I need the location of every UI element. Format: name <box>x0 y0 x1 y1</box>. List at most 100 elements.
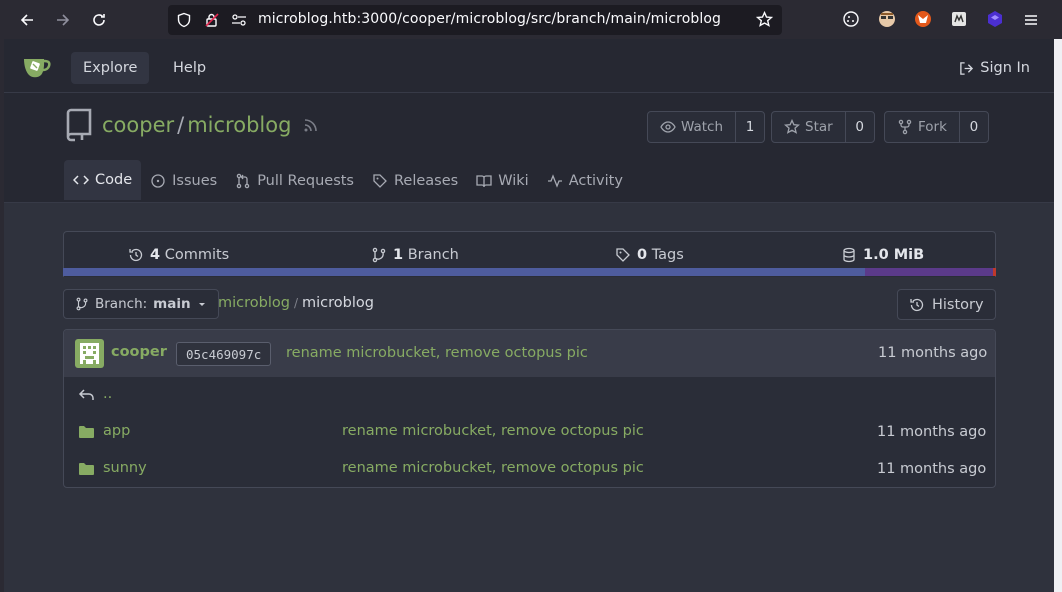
folder-icon <box>79 426 94 438</box>
table-row[interactable]: app rename microbucket, remove octopus p… <box>64 414 995 451</box>
history-label: History <box>932 296 984 313</box>
tab-code[interactable]: Code <box>64 160 142 202</box>
back-arrow-icon <box>20 14 33 26</box>
language-segment[interactable] <box>63 268 866 276</box>
pull-request-icon <box>236 173 250 189</box>
extension-avatar-icon[interactable] <box>878 10 896 28</box>
rss-feed-icon[interactable] <box>303 117 319 133</box>
url-bar[interactable]: microblog.htb:3000/cooper/microblog/src/… <box>168 5 782 35</box>
repo-size: 1.0 MiB <box>863 246 925 263</box>
back-button[interactable] <box>14 7 40 33</box>
chevron-down-icon <box>198 303 205 306</box>
issue-icon <box>151 174 165 188</box>
tab-activity[interactable]: Activity <box>538 160 632 202</box>
browser-toolbar: microblog.htb:3000/cooper/microblog/src/… <box>0 0 1062 39</box>
fork-count[interactable]: 0 <box>960 112 988 142</box>
fork-button-group: Fork 0 <box>884 111 989 143</box>
repo-icon <box>66 108 92 142</box>
commit-author-link[interactable]: cooper <box>111 344 167 360</box>
watch-count[interactable]: 1 <box>736 112 764 142</box>
reload-icon <box>93 14 105 26</box>
file-table: cooper 05c469097c rename microbucket, re… <box>63 329 996 488</box>
hamburger-menu-icon <box>1025 15 1037 25</box>
commits-label: Commits <box>164 246 230 263</box>
eye-icon <box>660 121 676 133</box>
reload-button[interactable] <box>86 7 112 33</box>
extension-cookie-icon[interactable] <box>842 10 860 28</box>
breadcrumb-root-link[interactable]: microblog <box>218 295 290 311</box>
code-icon <box>73 175 89 185</box>
tab-code-label: Code <box>95 172 133 188</box>
file-commit-time: 11 months ago <box>877 424 987 440</box>
gitea-logo[interactable] <box>22 52 52 84</box>
tab-issues[interactable]: Issues <box>141 160 226 202</box>
extension-cube-icon[interactable] <box>986 10 1004 28</box>
bookmark-star-icon[interactable] <box>756 11 773 28</box>
watch-button-group: Watch 1 <box>647 111 766 143</box>
breadcrumb: microblog / microblog <box>218 295 374 311</box>
history-button[interactable]: History <box>897 289 996 320</box>
forward-arrow-icon <box>57 14 70 26</box>
file-name-link[interactable]: sunny <box>103 460 147 476</box>
shield-icon[interactable] <box>176 12 192 28</box>
size-stat: 1.0 MiB <box>841 247 924 263</box>
extension-fox-icon[interactable] <box>914 10 932 28</box>
extension-wappalyzer-icon[interactable] <box>950 10 968 28</box>
commit-message-link[interactable]: rename microbucket, remove octopus pic <box>286 345 588 361</box>
tab-releases[interactable]: Releases <box>363 160 467 202</box>
tag-icon <box>373 174 387 188</box>
commits-stat[interactable]: 4 Commits <box>128 247 229 263</box>
top-navbar: Explore Help Sign In <box>4 39 1054 93</box>
repo-header: cooper / microblog Watch 1 Star 0 Fork 0… <box>4 93 1054 203</box>
repo-owner-link[interactable]: cooper <box>102 113 174 137</box>
language-segment[interactable] <box>993 268 996 276</box>
tab-wiki[interactable]: Wiki <box>467 160 537 202</box>
identicon-icon <box>80 343 99 364</box>
menu-button[interactable] <box>1018 7 1044 33</box>
repo-title-separator: / <box>177 113 185 137</box>
fork-label: Fork <box>918 119 947 135</box>
page-scrollbar[interactable] <box>1054 39 1062 592</box>
tags-stat[interactable]: 0 Tags <box>615 247 684 263</box>
latest-commit-header: cooper 05c469097c rename microbucket, re… <box>64 330 995 377</box>
sign-in-link[interactable]: Sign In <box>959 52 1030 84</box>
branch-dropdown[interactable]: Branch: main <box>63 289 219 319</box>
branch-prefix: Branch: <box>95 296 148 312</box>
tags-count: 0 <box>637 246 648 263</box>
nav-explore[interactable]: Explore <box>71 52 150 84</box>
permissions-icon[interactable] <box>231 13 247 27</box>
sign-in-icon <box>960 61 974 75</box>
avatar[interactable] <box>75 339 104 368</box>
file-commit-message-link[interactable]: rename microbucket, remove octopus pic <box>342 460 644 476</box>
table-row[interactable]: sunny rename microbucket, remove octopus… <box>64 451 995 487</box>
nav-help[interactable]: Help <box>161 52 218 84</box>
star-button[interactable]: Star <box>772 112 846 142</box>
watch-button[interactable]: Watch <box>648 112 737 142</box>
branch-count: 1 <box>393 246 404 263</box>
fork-button[interactable]: Fork <box>885 112 960 142</box>
tag-icon <box>616 247 630 262</box>
language-stats-bar[interactable] <box>63 268 996 276</box>
tab-pull-requests[interactable]: Pull Requests <box>226 160 363 202</box>
branches-stat[interactable]: 1 Branch <box>371 247 459 263</box>
folder-icon <box>79 463 94 475</box>
file-commit-time: 11 months ago <box>877 461 987 477</box>
forward-button[interactable] <box>50 7 76 33</box>
repo-name-link[interactable]: microblog <box>187 113 291 137</box>
star-icon <box>784 119 800 134</box>
insecure-lock-icon[interactable] <box>204 12 220 28</box>
repo-tabs: Code Issues Pull Requests Releases Wiki … <box>64 160 632 202</box>
parent-dir-link[interactable]: .. <box>103 386 112 402</box>
star-label: Star <box>805 119 833 135</box>
database-icon <box>843 247 855 262</box>
file-commit-message-link[interactable]: rename microbucket, remove octopus pic <box>342 423 644 439</box>
reply-arrow-icon <box>78 389 94 400</box>
star-count[interactable]: 0 <box>846 112 874 142</box>
file-name-link[interactable]: app <box>103 423 130 439</box>
commit-sha-button[interactable]: 05c469097c <box>176 342 272 366</box>
gitea-logo-icon <box>24 59 51 78</box>
language-segment[interactable] <box>865 268 994 276</box>
parent-dir-row[interactable]: .. <box>64 377 995 414</box>
tab-activity-label: Activity <box>568 173 623 189</box>
url-text[interactable]: microblog.htb:3000/cooper/microblog/src/… <box>258 11 721 27</box>
